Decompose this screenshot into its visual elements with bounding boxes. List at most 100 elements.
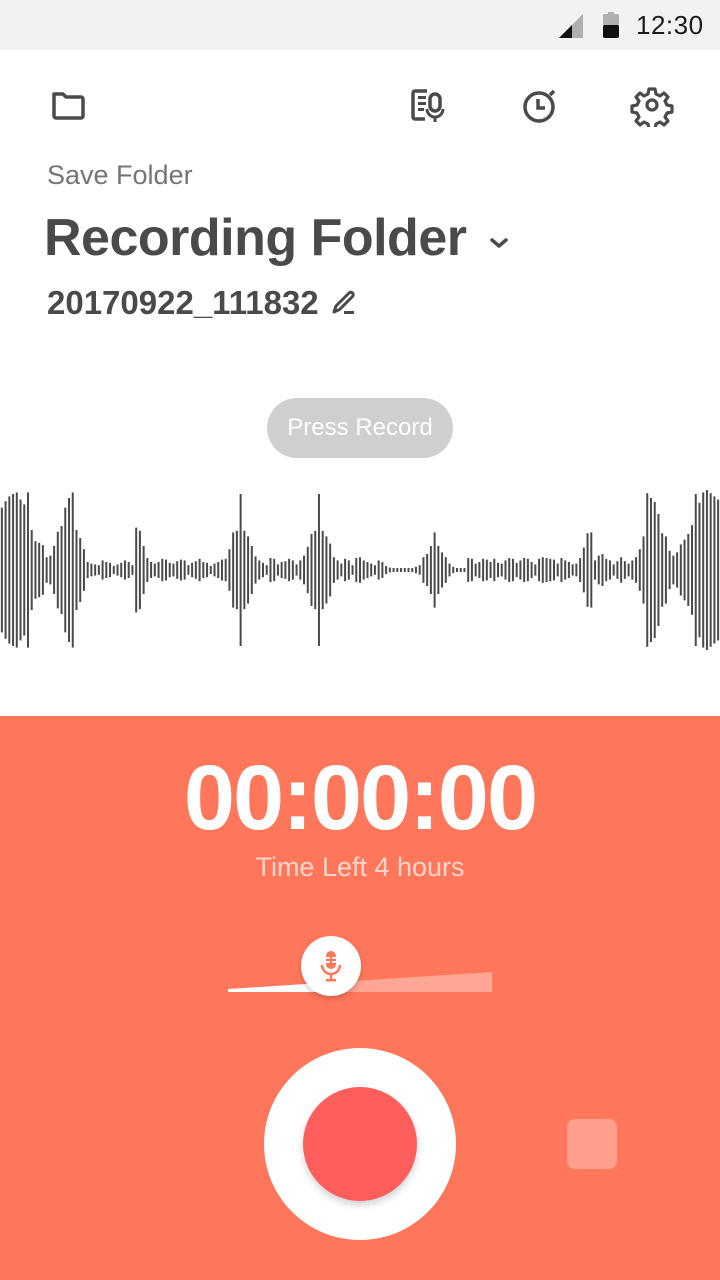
waveform-bar (60, 526, 63, 614)
timer-button[interactable] (512, 77, 568, 133)
folder-name: Recording Folder (44, 209, 467, 267)
waveform-bar (482, 558, 485, 582)
waveform-bar (284, 561, 287, 579)
waveform-bar (474, 563, 477, 577)
waveform-bar (359, 557, 361, 583)
waveform-bar (470, 558, 473, 582)
stop-button[interactable] (567, 1119, 617, 1169)
waveform-bar (418, 565, 421, 575)
waveform-bar (485, 559, 488, 581)
waveform-bar (519, 560, 522, 580)
waveform-bar (176, 561, 179, 579)
waveform-bar (262, 562, 265, 578)
waveform-bar (217, 562, 220, 578)
waveform-bar (0, 507, 3, 633)
waveform-bar (198, 558, 201, 582)
waveform-bar (403, 568, 406, 572)
waveform-bar (511, 558, 514, 582)
waveform-bar (541, 557, 544, 583)
waveform-bar (75, 530, 78, 610)
waveform-bar (515, 562, 518, 578)
waveform-bar (709, 493, 712, 647)
waveform-bar (127, 562, 130, 578)
waveform-bar (705, 490, 708, 650)
waveform-bar (295, 564, 298, 576)
waveform-bar (265, 565, 268, 575)
waveform-bar (250, 546, 253, 594)
waveform-bar (467, 558, 470, 582)
waveform-bar (150, 562, 153, 578)
waveform-bar (441, 552, 444, 588)
waveform-bar (224, 558, 227, 582)
recorder-panel: 00:00:00 Time Left 4 hours (0, 716, 720, 1280)
waveform-bar (426, 554, 429, 586)
waveform-bar (429, 546, 432, 594)
waveform-bar (691, 525, 694, 615)
waveform-bar (400, 568, 403, 572)
stopwatch-icon (523, 89, 556, 123)
waveform-bar (254, 556, 257, 584)
waveform-bar (228, 549, 231, 591)
waveform-bar (504, 560, 507, 580)
gain-slider-thumb[interactable] (300, 936, 361, 996)
waveform-bar (601, 554, 604, 586)
waveform-bar (347, 560, 350, 580)
waveform-bar (526, 558, 529, 582)
waveform-bar (142, 546, 145, 594)
waveform-bar (530, 562, 533, 578)
waveform-bar (661, 533, 664, 607)
file-name-editor[interactable]: 20170922_111832 (47, 284, 359, 322)
waveform-bar (183, 560, 186, 580)
waveform-bar (97, 565, 100, 575)
waveform-bar (194, 561, 197, 579)
folder-button[interactable] (40, 77, 96, 133)
folder-selector[interactable]: Recording Folder (44, 208, 510, 268)
input-gain-slider[interactable] (228, 936, 492, 996)
waveform-bar (523, 558, 526, 582)
gear-icon (630, 87, 674, 127)
waveform-bar (146, 558, 149, 582)
waveform-bar (12, 494, 15, 646)
waveform-bar (627, 563, 630, 577)
waveform-bar (105, 562, 108, 578)
waveform-bar (489, 562, 492, 578)
settings-button[interactable] (624, 77, 680, 133)
waveform-bar (191, 562, 194, 578)
waveform-bar (687, 534, 690, 606)
voice-memo-list-button[interactable] (399, 77, 455, 133)
waveform-bar (717, 499, 720, 641)
waveform-bar (549, 558, 552, 582)
waveform-bar (258, 560, 261, 580)
waveform-bar (206, 562, 209, 578)
waveform-bar (612, 564, 615, 576)
file-name: 20170922_111832 (47, 284, 319, 321)
waveform-bar (620, 557, 623, 583)
waveform-bar (109, 562, 112, 578)
waveform-bar (187, 565, 190, 575)
waveform-bar (321, 530, 324, 610)
waveform-bar (123, 560, 126, 580)
waveform-bar (336, 560, 339, 580)
waveform-bar (172, 563, 175, 577)
waveform-bar (64, 507, 67, 633)
waveform-bar (433, 532, 436, 608)
waveform-bar (23, 504, 26, 636)
waveform-bar (597, 555, 600, 585)
waveform-bar (135, 527, 138, 613)
waveform-bar (493, 558, 496, 582)
record-button[interactable] (264, 1048, 456, 1240)
waveform-bar (38, 542, 41, 598)
waveform-bar (642, 536, 645, 604)
waveform-bar (344, 558, 347, 582)
waveform-bar (79, 538, 82, 602)
waveform-bar (82, 549, 85, 591)
status-time: 12:30 (636, 10, 704, 40)
waveform-bar (373, 565, 376, 575)
waveform-bar (310, 534, 313, 606)
waveform-bar (247, 536, 250, 604)
waveform-bar (34, 541, 37, 599)
time-left-label: Time Left 4 hours (255, 852, 465, 882)
waveform-bar (243, 530, 246, 610)
waveform-bar (329, 543, 332, 597)
waveform-bar (232, 532, 235, 608)
